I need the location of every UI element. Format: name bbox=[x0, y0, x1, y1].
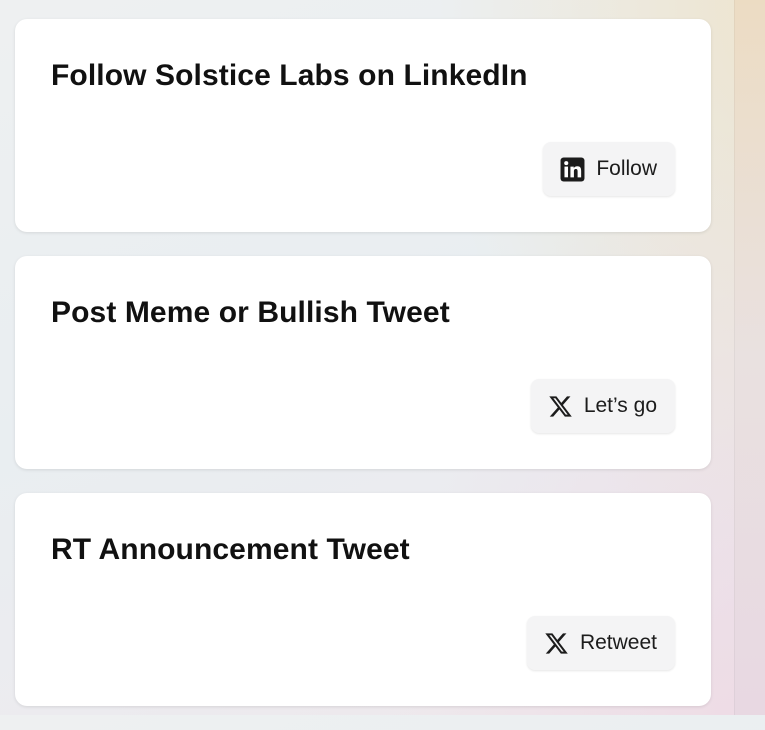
task-title: Post Meme or Bullish Tweet bbox=[51, 296, 450, 329]
task-card-linkedin-follow: Follow Solstice Labs on LinkedIn Follow bbox=[15, 19, 711, 232]
follow-button-label: Follow bbox=[596, 157, 657, 180]
follow-button[interactable]: Follow bbox=[543, 142, 675, 196]
lets-go-button-label: Let’s go bbox=[583, 394, 657, 417]
linkedin-icon bbox=[560, 157, 585, 182]
x-logo-icon bbox=[544, 631, 569, 656]
retweet-button-label: Retweet bbox=[579, 631, 657, 654]
task-card-retweet: RT Announcement Tweet Retweet bbox=[15, 493, 711, 706]
task-card-list: Follow Solstice Labs on LinkedIn Follow … bbox=[15, 19, 711, 730]
lets-go-button[interactable]: Let’s go bbox=[530, 379, 675, 433]
x-logo-icon bbox=[548, 394, 573, 419]
task-title: Follow Solstice Labs on LinkedIn bbox=[51, 59, 528, 92]
retweet-button[interactable]: Retweet bbox=[526, 616, 675, 670]
right-edge-panel bbox=[734, 0, 765, 715]
task-title: RT Announcement Tweet bbox=[51, 533, 410, 566]
task-card-post-tweet: Post Meme or Bullish Tweet Let’s go bbox=[15, 256, 711, 469]
